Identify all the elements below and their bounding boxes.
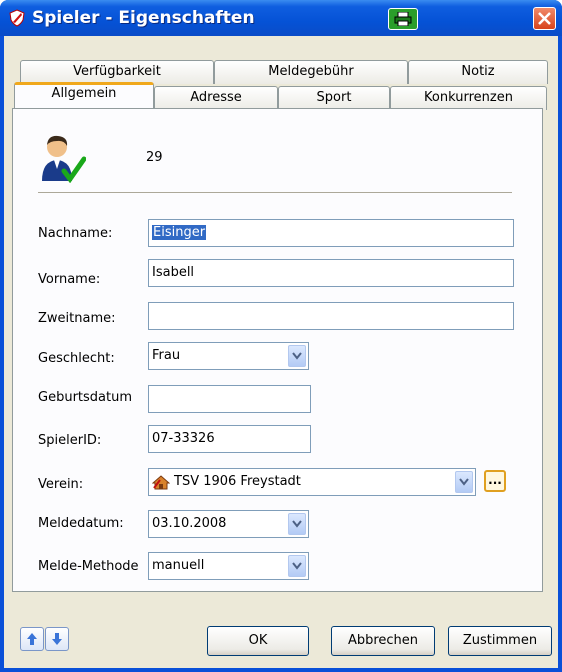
header-separator <box>38 192 512 193</box>
geschlecht-select[interactable]: Frau <box>148 342 309 370</box>
spielerid-field[interactable]: 07-33326 <box>148 425 311 453</box>
tab-adresse[interactable]: Adresse <box>154 86 278 110</box>
zweitname-field[interactable] <box>148 302 514 330</box>
apply-button[interactable]: Zustimmen <box>448 626 552 656</box>
previous-record-button[interactable] <box>20 627 44 651</box>
club-icon <box>152 474 170 489</box>
player-number: 29 <box>146 150 163 165</box>
verein-value: TSV 1906 Freystadt <box>174 474 301 489</box>
geburtsdatum-field[interactable] <box>148 385 311 413</box>
zweitname-label: Zweitname: <box>38 311 116 326</box>
tab-notiz[interactable]: Notiz <box>408 60 548 84</box>
chevron-down-icon <box>292 562 302 570</box>
nachname-label: Nachname: <box>38 226 113 241</box>
cancel-button[interactable]: Abbrechen <box>331 626 435 656</box>
verein-dropdown-button[interactable] <box>455 471 473 493</box>
tab-konkurrenzen[interactable]: Konkurrenzen <box>390 86 547 110</box>
geschlecht-dropdown-button[interactable] <box>288 345 306 367</box>
tab-sport[interactable]: Sport <box>278 86 390 110</box>
nachname-value: Eisinger <box>152 225 207 240</box>
tab-verfuegbarkeit[interactable]: Verfügbarkeit <box>20 60 214 84</box>
chevron-down-icon <box>292 352 302 360</box>
next-record-button[interactable] <box>45 627 69 651</box>
meldemethode-select[interactable]: manuell <box>148 552 309 580</box>
meldedatum-dropdown-button[interactable] <box>288 513 306 535</box>
meldedatum-value: 03.10.2008 <box>152 516 227 531</box>
print-icon <box>394 12 412 26</box>
arrow-up-icon <box>27 633 37 645</box>
verein-select[interactable]: TSV 1906 Freystadt <box>148 468 476 496</box>
meldedatum-label: Meldedatum: <box>38 516 124 531</box>
tab-meldegebuehr[interactable]: Meldegebühr <box>214 60 408 84</box>
verein-browse-button[interactable]: ... <box>484 470 506 492</box>
meldedatum-select[interactable]: 03.10.2008 <box>148 510 309 538</box>
verein-label: Verein: <box>38 477 84 492</box>
app-shield-icon <box>9 9 25 27</box>
geschlecht-value: Frau <box>152 348 181 363</box>
vorname-field[interactable]: Isabell <box>148 259 514 287</box>
meldemethode-value: manuell <box>152 558 205 573</box>
spielerid-label: SpielerID: <box>38 433 102 448</box>
meldemethode-dropdown-button[interactable] <box>288 555 306 577</box>
tab-allgemein[interactable]: Allgemein <box>14 82 154 108</box>
arrow-down-icon <box>52 633 62 645</box>
chevron-down-icon <box>459 478 469 486</box>
geburtsdatum-label: Geburtsdatum <box>38 390 132 405</box>
window-title: Spieler - Eigenschaften <box>32 8 255 28</box>
close-button[interactable] <box>533 7 556 30</box>
close-icon <box>538 12 551 25</box>
print-button[interactable] <box>388 8 418 30</box>
title-bar[interactable]: Spieler - Eigenschaften <box>0 0 562 36</box>
vorname-label: Vorname: <box>38 272 101 287</box>
player-avatar-icon <box>42 135 86 183</box>
meldemethode-label: Melde-Methode <box>38 559 139 574</box>
nachname-field[interactable]: Eisinger <box>148 219 514 247</box>
ok-button[interactable]: OK <box>207 626 309 656</box>
geschlecht-label: Geschlecht: <box>38 351 115 366</box>
chevron-down-icon <box>292 520 302 528</box>
